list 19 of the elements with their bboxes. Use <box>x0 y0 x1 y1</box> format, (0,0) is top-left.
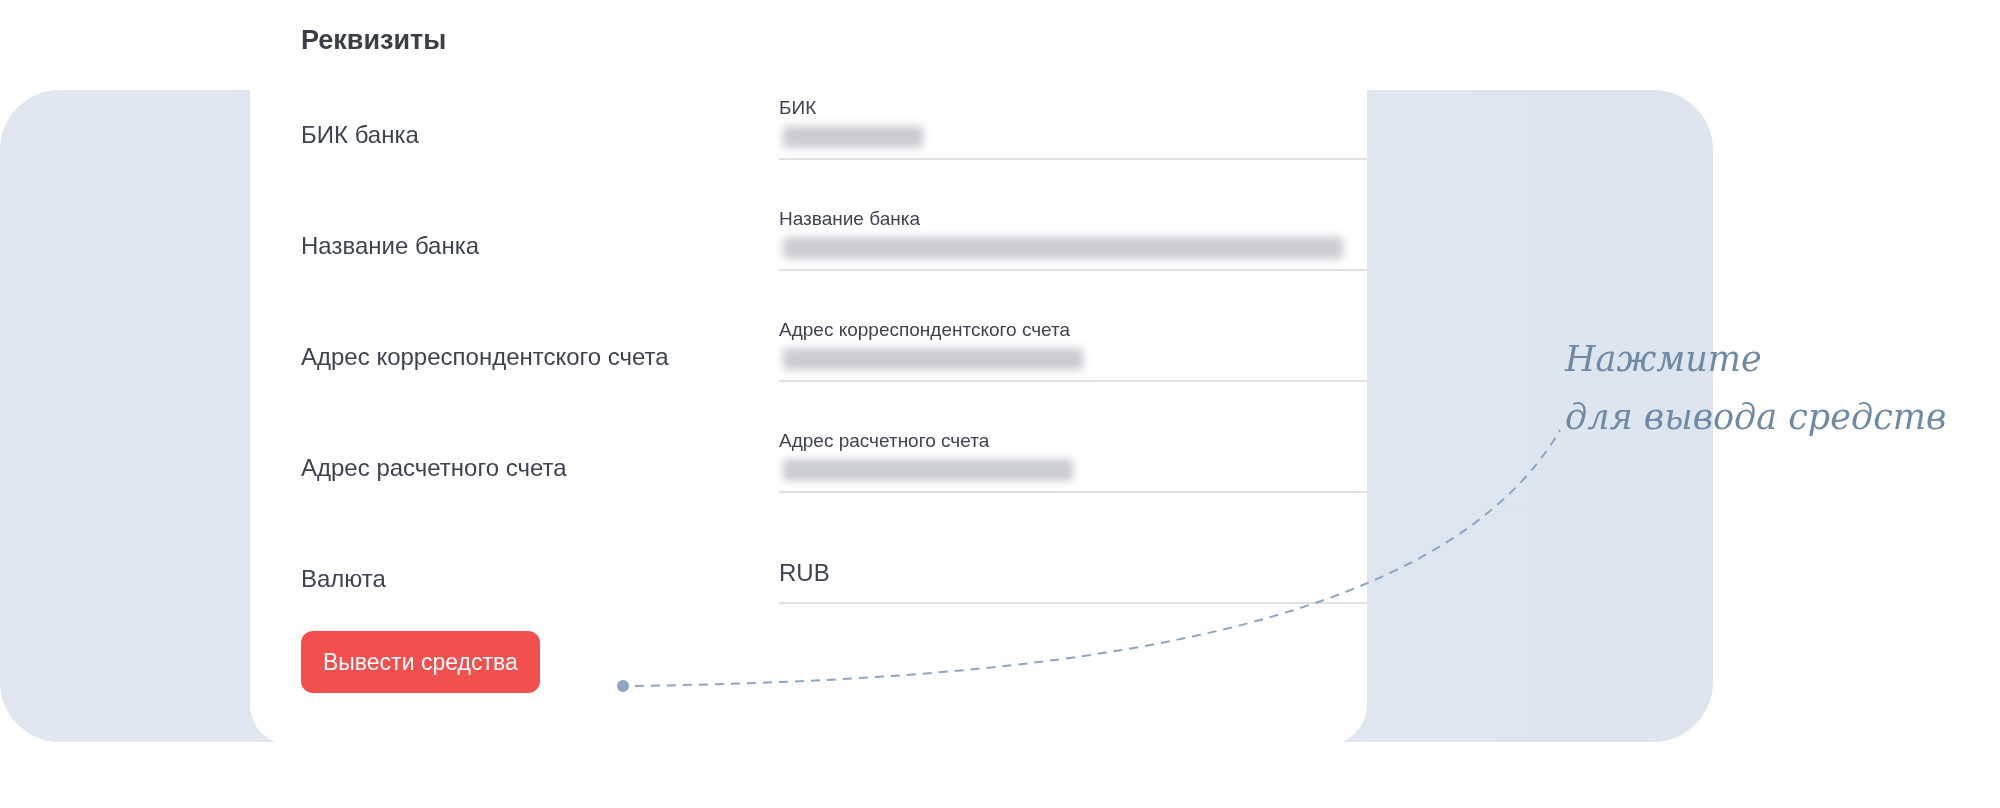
row-label: Название банка <box>301 230 480 261</box>
field-label: БИК <box>779 96 817 120</box>
field-label: Адрес расчетного счета <box>779 429 990 453</box>
field[interactable]: Адрес корреспондентского счета <box>779 290 1367 382</box>
field-label: Название банка <box>779 207 920 231</box>
row-label: БИК банка <box>301 119 419 150</box>
field[interactable]: Адрес расчетного счета <box>779 401 1367 493</box>
row-label: Адрес расчетного счета <box>301 452 567 483</box>
field[interactable]: БИК <box>779 68 1367 160</box>
row-label: Адрес корреспондентского счета <box>301 341 669 372</box>
field[interactable]: Название банка <box>779 179 1367 271</box>
handwritten-note: Нажмите <box>1565 338 1762 381</box>
handwritten-note: для вывода средств <box>1565 396 1947 439</box>
card-title: Реквизиты <box>301 24 447 57</box>
row-label: Валюта <box>301 563 386 594</box>
field-value: RUB <box>779 558 830 588</box>
withdraw-button[interactable]: Вывести средства <box>301 631 540 693</box>
field-label: Адрес корреспондентского счета <box>779 318 1071 342</box>
field[interactable]: RUB <box>779 512 1367 604</box>
